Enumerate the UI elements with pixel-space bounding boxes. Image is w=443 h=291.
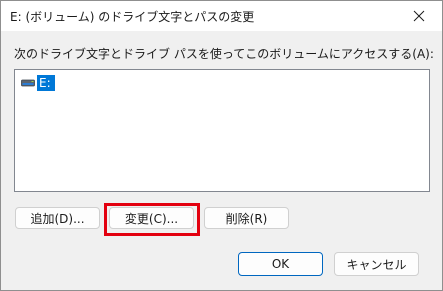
drive-icon [21, 79, 35, 87]
remove-button[interactable]: 削除(R) [204, 207, 289, 229]
list-item-label: E: [37, 75, 55, 91]
drive-path-list[interactable]: E: [14, 69, 430, 192]
dialog-body: 次のドライブ文字とドライブ パスを使ってこのボリュームにアクセスする(A): E… [1, 31, 442, 290]
ok-button[interactable]: OK [238, 252, 323, 276]
instruction-label: 次のドライブ文字とドライブ パスを使ってこのボリュームにアクセスする(A): [14, 47, 434, 61]
dialog-window: E: (ボリューム) のドライブ文字とパスの変更 次のドライブ文字とドライブ パ… [0, 0, 443, 291]
add-button[interactable]: 追加(D)... [15, 207, 100, 229]
window-title: E: (ボリューム) のドライブ文字とパスの変更 [10, 10, 255, 24]
close-button[interactable] [396, 1, 442, 31]
title-bar: E: (ボリューム) のドライブ文字とパスの変更 [1, 1, 442, 31]
cancel-button[interactable]: キャンセル [334, 252, 419, 276]
close-icon [413, 10, 425, 22]
change-button[interactable]: 変更(C)... [109, 207, 194, 229]
list-item[interactable]: E: [21, 75, 55, 91]
